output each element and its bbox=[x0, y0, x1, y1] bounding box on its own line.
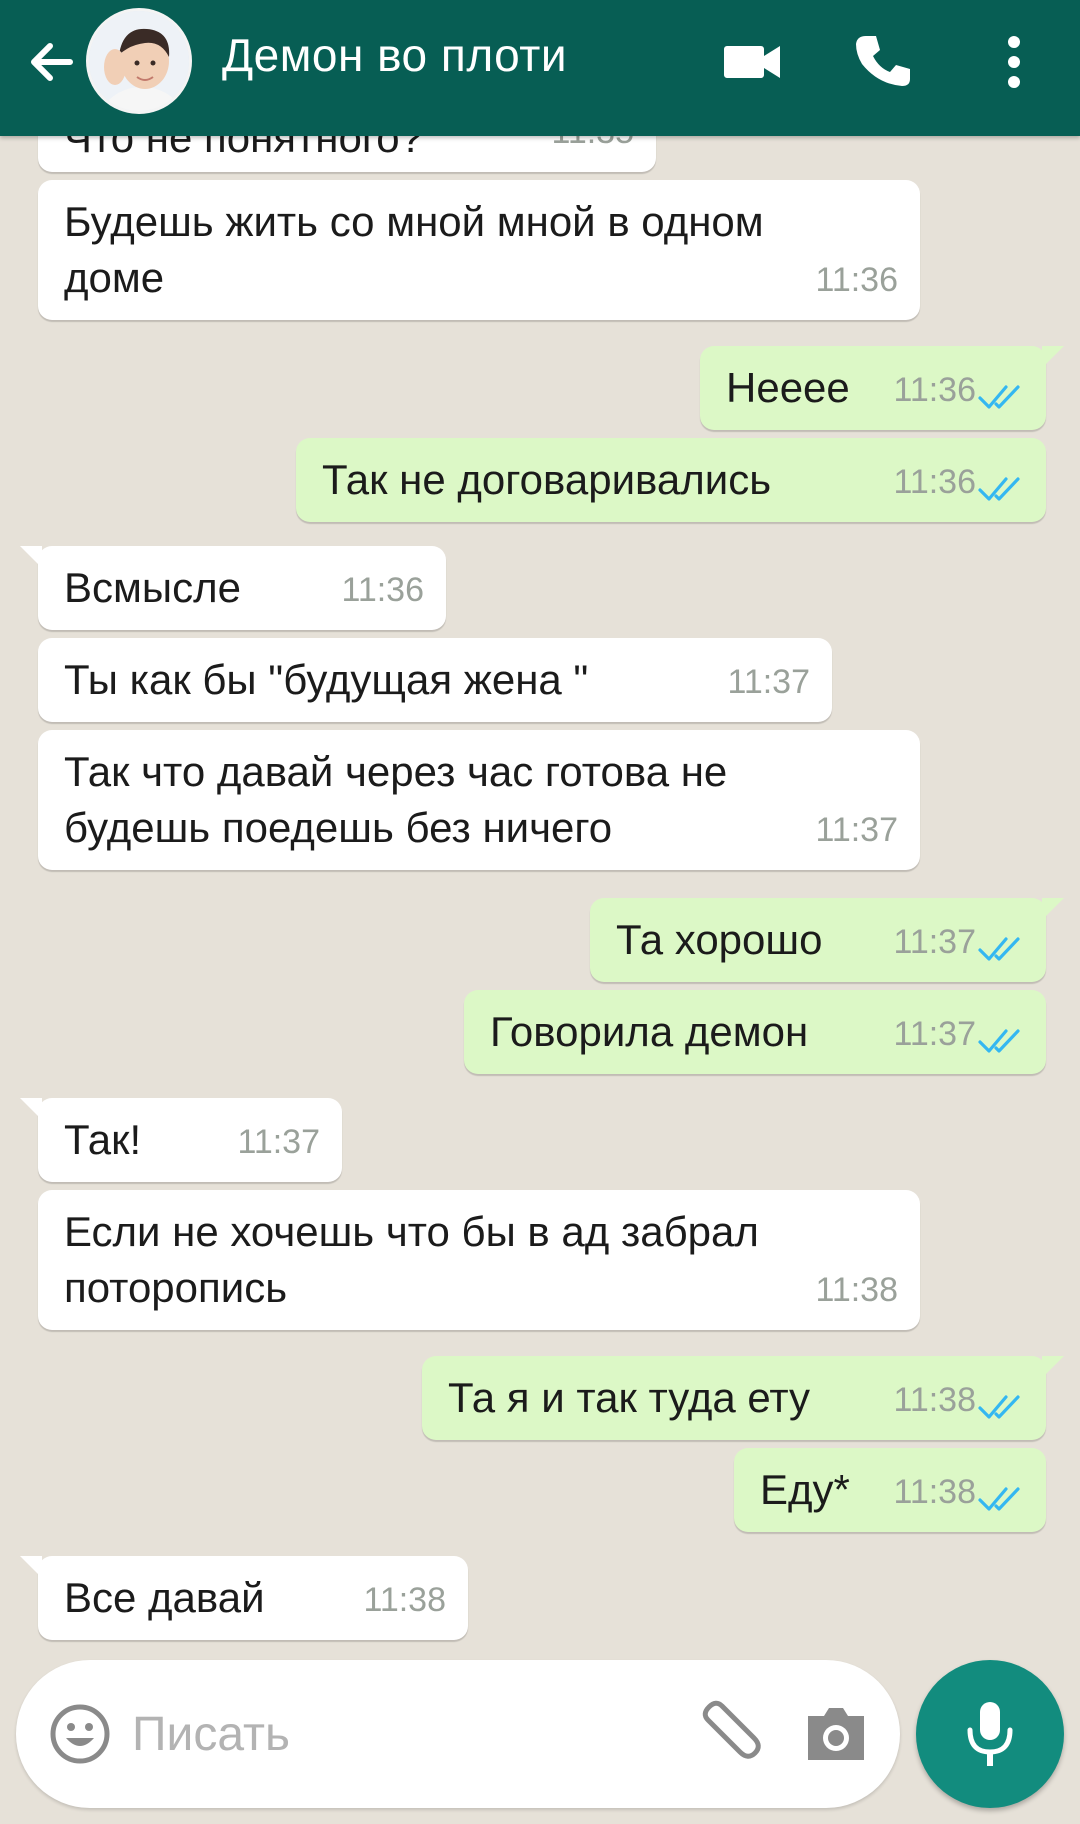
menu-button[interactable] bbox=[978, 26, 1050, 98]
chat-header: Демон во плоти bbox=[0, 0, 1080, 136]
read-receipt-icon bbox=[978, 1487, 1020, 1511]
message-text: Будешь жить со мной мной в одном доме bbox=[64, 194, 764, 306]
read-receipt-icon bbox=[978, 937, 1020, 961]
message-time: 11:38 bbox=[893, 1473, 976, 1511]
message-text: Все давай bbox=[64, 1570, 265, 1626]
message-text: Что не понятного? bbox=[64, 136, 423, 166]
bubble-tail bbox=[20, 1098, 42, 1120]
message-input[interactable] bbox=[132, 1704, 672, 1764]
emoji-smile-icon bbox=[50, 1704, 110, 1764]
incoming-message[interactable]: Так! 11:37 bbox=[20, 1098, 342, 1182]
video-camera-icon bbox=[724, 46, 780, 78]
message-text: Так что давай через час готова не будешь … bbox=[64, 744, 727, 856]
message-line: Если не хочешь что бы в ад забрал bbox=[64, 1208, 759, 1255]
message-time: 11:36 bbox=[341, 571, 424, 609]
outgoing-message[interactable]: Так не договаривались 11:36 bbox=[296, 438, 1046, 522]
message-line: Говорила демон bbox=[490, 1008, 809, 1055]
microphone-icon bbox=[967, 1702, 1013, 1766]
more-vert-icon bbox=[1008, 36, 1020, 88]
message-line: Так что давай через час готова не bbox=[64, 748, 728, 795]
outgoing-message[interactable]: Еду* 11:38 bbox=[734, 1448, 1046, 1532]
message-line: Неeee bbox=[726, 364, 850, 411]
avatar[interactable] bbox=[86, 8, 192, 114]
incoming-message[interactable]: Ты как бы "будущая жена " 11:37 bbox=[38, 638, 832, 722]
incoming-message[interactable]: Что не понятного? 11:35 bbox=[38, 136, 656, 172]
message-line: Все давай bbox=[64, 1574, 265, 1621]
bubble-tail bbox=[20, 1556, 42, 1578]
message-time: 11:37 bbox=[893, 923, 976, 961]
outgoing-message[interactable]: Неeee 11:36 bbox=[700, 346, 1064, 430]
read-receipt-icon bbox=[978, 1395, 1020, 1419]
bubble-tail bbox=[20, 546, 42, 568]
attach-button[interactable] bbox=[692, 1696, 768, 1772]
message-line: Та я и так туда ету bbox=[448, 1374, 811, 1421]
contact-name[interactable]: Демон во плоти bbox=[222, 28, 567, 82]
message-line: Так не договаривались bbox=[322, 456, 772, 503]
incoming-message[interactable]: Будешь жить со мной мной в одном доме 11:3… bbox=[38, 180, 920, 320]
message-line: Что не понятного? bbox=[64, 136, 423, 161]
message-time: 11:37 bbox=[727, 663, 810, 701]
outgoing-message[interactable]: Говорила демон 11:37 bbox=[464, 990, 1046, 1074]
message-time: 11:37 bbox=[237, 1123, 320, 1161]
message-time: 11:38 bbox=[815, 1271, 898, 1309]
message-time: 11:38 bbox=[363, 1581, 446, 1619]
incoming-message[interactable]: Так что давай через час готова не будешь … bbox=[38, 730, 920, 870]
read-receipt-icon bbox=[978, 1029, 1020, 1053]
message-time: 11:35 bbox=[551, 136, 634, 160]
message-text: Ты как бы "будущая жена " bbox=[64, 652, 588, 708]
bubble-tail bbox=[1042, 1356, 1064, 1378]
voice-call-button[interactable] bbox=[846, 26, 918, 98]
voice-record-button[interactable] bbox=[916, 1660, 1064, 1808]
bubble-tail bbox=[1042, 346, 1064, 368]
message-line: Так! bbox=[64, 1116, 142, 1163]
incoming-message[interactable]: Все давай 11:38 bbox=[20, 1556, 468, 1640]
read-receipt-icon bbox=[978, 385, 1020, 409]
message-text: Если не хочешь что бы в ад забрал потороп… bbox=[64, 1204, 759, 1316]
read-receipt-icon bbox=[978, 477, 1020, 501]
message-line: Всмысле bbox=[64, 564, 241, 611]
arrow-left-icon bbox=[31, 43, 73, 81]
message-text: Так не договаривались bbox=[322, 452, 771, 508]
message-time: 11:36 bbox=[893, 463, 976, 501]
message-line: Ты как бы "будущая жена " bbox=[64, 656, 589, 703]
message-text: Так! bbox=[64, 1112, 141, 1168]
message-line: доме bbox=[64, 254, 165, 301]
phone-icon bbox=[856, 36, 910, 86]
message-time: 11:36 bbox=[893, 371, 976, 409]
incoming-message[interactable]: Если не хочешь что бы в ад забрал потороп… bbox=[38, 1190, 920, 1330]
message-time: 11:37 bbox=[815, 811, 898, 849]
message-line: Еду* bbox=[760, 1466, 850, 1513]
message-line: поторопись bbox=[64, 1264, 288, 1311]
outgoing-message[interactable]: Та хорошо 11:37 bbox=[590, 898, 1064, 982]
message-text: Еду* bbox=[760, 1462, 850, 1518]
message-line: Будешь жить со мной мной в одном bbox=[64, 198, 764, 245]
message-text: Неeee bbox=[726, 360, 850, 416]
message-text: Та хорошо bbox=[616, 912, 822, 968]
camera-icon bbox=[808, 1708, 864, 1760]
message-time: 11:37 bbox=[893, 1015, 976, 1053]
message-line: будешь поедешь без ничего bbox=[64, 804, 613, 851]
emoji-button[interactable] bbox=[48, 1702, 112, 1766]
message-time: 11:36 bbox=[815, 261, 898, 299]
back-button[interactable] bbox=[20, 30, 84, 94]
message-composer bbox=[16, 1660, 900, 1808]
message-text: Всмысле bbox=[64, 560, 241, 616]
incoming-message[interactable]: Всмысле 11:36 bbox=[20, 546, 446, 630]
contact-photo bbox=[89, 11, 189, 111]
camera-button[interactable] bbox=[802, 1700, 870, 1768]
video-call-button[interactable] bbox=[716, 26, 788, 98]
message-text: Та я и так туда ету bbox=[448, 1370, 810, 1426]
paperclip-icon bbox=[702, 1700, 761, 1759]
message-line: Та хорошо bbox=[616, 916, 823, 963]
message-list[interactable]: Что не понятного? 11:35 Будешь жить со мно… bbox=[0, 136, 1080, 1660]
message-time: 11:38 bbox=[893, 1381, 976, 1419]
outgoing-message[interactable]: Та я и так туда ету 11:38 bbox=[422, 1356, 1064, 1440]
bubble-tail bbox=[1042, 898, 1064, 920]
message-text: Говорила демон bbox=[490, 1004, 808, 1060]
